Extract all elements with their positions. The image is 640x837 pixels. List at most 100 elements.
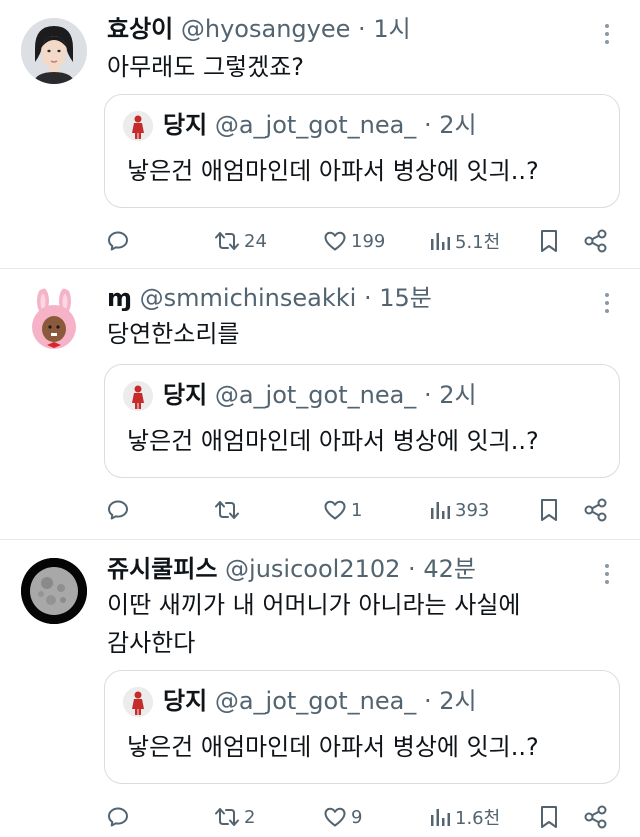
- quoted-avatar[interactable]: [123, 111, 153, 141]
- quoted-display-name[interactable]: 당지: [163, 111, 207, 139]
- timestamp[interactable]: 1시: [373, 15, 410, 43]
- user-handle[interactable]: @hyosangyee: [181, 15, 351, 43]
- tweet-text: 아무래도 그렇겠죠?: [107, 48, 304, 86]
- retweet-button[interactable]: [214, 495, 244, 525]
- like-button[interactable]: 9: [323, 802, 362, 832]
- retweet-button[interactable]: 2: [214, 802, 255, 832]
- bar-chart-icon: [431, 809, 450, 826]
- reply-icon: [108, 807, 128, 827]
- views-count: 1.6천: [455, 808, 501, 829]
- share-icon: [584, 805, 607, 829]
- retweet-icon: [215, 232, 239, 250]
- quoted-text: 낳은건 애엄마인데 아파서 병상에 잇긔..?: [127, 427, 539, 455]
- more-options-icon[interactable]: [600, 562, 614, 588]
- reply-icon: [108, 500, 128, 520]
- user-handle[interactable]: @smmichinseakki: [140, 284, 357, 312]
- retweet-icon: [215, 501, 239, 519]
- separator-dot: ·: [423, 111, 432, 139]
- like-count: 199: [351, 230, 386, 252]
- display-name[interactable]: 효상이: [107, 15, 173, 43]
- tweet-header: 쥬시쿨피스 @jusicool2102 · 42분: [107, 554, 476, 584]
- quoted-tweet[interactable]: 당지 @a_jot_got_nea_ · 2시 낳은건 애엄마인데 아파서 병상…: [104, 670, 620, 784]
- action-bar: 24 199 5.1천: [0, 226, 640, 256]
- bookmark-button[interactable]: [538, 495, 560, 525]
- views-count: 5.1천: [455, 232, 501, 253]
- action-bar: 2 9 1.6천: [0, 802, 640, 832]
- like-count: 9: [351, 806, 363, 828]
- share-button[interactable]: [583, 802, 609, 832]
- heart-icon: [324, 231, 346, 251]
- avatar[interactable]: [21, 287, 87, 353]
- quoted-display-name[interactable]: 당지: [163, 687, 207, 715]
- views-button[interactable]: 5.1천: [429, 226, 500, 256]
- separator-dot: ·: [423, 381, 432, 409]
- bookmark-icon: [541, 806, 557, 828]
- views-button[interactable]: 1.6천: [429, 802, 500, 832]
- tweet-text-line: 감사한다: [107, 629, 196, 657]
- separator-dot: ·: [423, 687, 432, 715]
- quoted-tweet[interactable]: 당지 @a_jot_got_nea_ · 2시 낳은건 애엄마인데 아파서 병상…: [104, 364, 620, 478]
- quoted-text: 낳은건 애엄마인데 아파서 병상에 잇긔..?: [127, 157, 539, 185]
- quoted-avatar[interactable]: [123, 381, 153, 411]
- like-button[interactable]: 1: [323, 495, 362, 525]
- tweet-text: 이딴 새끼가 내 어머니가 아니라는 사실에 감사한다: [107, 586, 521, 662]
- tweet-header: ɱ @smmichinseakki · 15분: [107, 283, 432, 313]
- quoted-text: 낳은건 애엄마인데 아파서 병상에 잇긔..?: [127, 733, 539, 761]
- views-count: 393: [455, 499, 490, 521]
- views-button[interactable]: 393: [429, 495, 489, 525]
- tweet[interactable]: ɱ @smmichinseakki · 15분 당연한소리를 당지 @a_jot…: [0, 269, 640, 539]
- tweet[interactable]: 효상이 @hyosangyee · 1시 아무래도 그렇겠죠? 당지 @a_jo…: [0, 0, 640, 268]
- share-icon: [584, 229, 607, 253]
- heart-icon: [324, 807, 346, 827]
- quoted-user-handle[interactable]: @a_jot_got_nea_: [215, 687, 416, 715]
- more-options-icon[interactable]: [600, 291, 614, 317]
- quoted-avatar[interactable]: [123, 687, 153, 717]
- bar-chart-icon: [431, 502, 450, 519]
- tweet[interactable]: 쥬시쿨피스 @jusicool2102 · 42분 이딴 새끼가 내 어머니가 …: [0, 540, 640, 837]
- tweet-text-line: 아무래도 그렇겠죠?: [107, 53, 305, 81]
- retweet-count: 2: [244, 806, 256, 828]
- more-options-icon[interactable]: [600, 22, 614, 48]
- bookmark-icon: [541, 499, 557, 521]
- quoted-display-name[interactable]: 당지: [163, 381, 207, 409]
- timestamp[interactable]: 42분: [423, 555, 476, 583]
- tweet-text-line: 이딴 새끼가 내 어머니가 아니라는 사실에: [107, 591, 521, 619]
- share-button[interactable]: [583, 495, 609, 525]
- quoted-user-handle[interactable]: @a_jot_got_nea_: [215, 381, 416, 409]
- retweet-icon: [215, 808, 239, 826]
- user-handle[interactable]: @jusicool2102: [225, 555, 400, 583]
- share-button[interactable]: [583, 226, 609, 256]
- separator-dot: ·: [363, 284, 372, 312]
- bookmark-button[interactable]: [538, 226, 560, 256]
- reply-icon: [108, 231, 128, 251]
- display-name[interactable]: ɱ: [107, 284, 132, 312]
- like-count: 1: [351, 499, 363, 521]
- tweet-text-line: 당연한소리를: [107, 320, 240, 348]
- retweet-button[interactable]: 24: [214, 226, 267, 256]
- avatar[interactable]: [21, 18, 87, 84]
- reply-button[interactable]: [106, 226, 134, 256]
- display-name[interactable]: 쥬시쿨피스: [107, 555, 217, 583]
- bookmark-icon: [541, 230, 557, 252]
- quoted-header: 당지 @a_jot_got_nea_ · 2시: [163, 109, 477, 141]
- avatar[interactable]: [21, 558, 87, 624]
- separator-dot: ·: [358, 15, 366, 43]
- quoted-header: 당지 @a_jot_got_nea_ · 2시: [163, 685, 477, 717]
- quoted-tweet[interactable]: 당지 @a_jot_got_nea_ · 2시 낳은건 애엄마인데 아파서 병상…: [104, 94, 620, 208]
- action-bar: 1 393: [0, 495, 640, 525]
- like-button[interactable]: 199: [323, 226, 385, 256]
- timestamp[interactable]: 15분: [379, 284, 432, 312]
- tweet-header: 효상이 @hyosangyee · 1시: [107, 14, 411, 44]
- quoted-timestamp[interactable]: 2시: [439, 687, 476, 715]
- quoted-user-handle[interactable]: @a_jot_got_nea_: [215, 111, 416, 139]
- reply-button[interactable]: [106, 495, 134, 525]
- bar-chart-icon: [431, 233, 450, 250]
- reply-button[interactable]: [106, 802, 134, 832]
- share-icon: [584, 498, 607, 522]
- bookmark-button[interactable]: [538, 802, 560, 832]
- tweet-text: 당연한소리를: [107, 315, 239, 353]
- quoted-timestamp[interactable]: 2시: [439, 111, 476, 139]
- separator-dot: ·: [408, 555, 416, 583]
- retweet-count: 24: [244, 230, 267, 252]
- quoted-timestamp[interactable]: 2시: [439, 381, 476, 409]
